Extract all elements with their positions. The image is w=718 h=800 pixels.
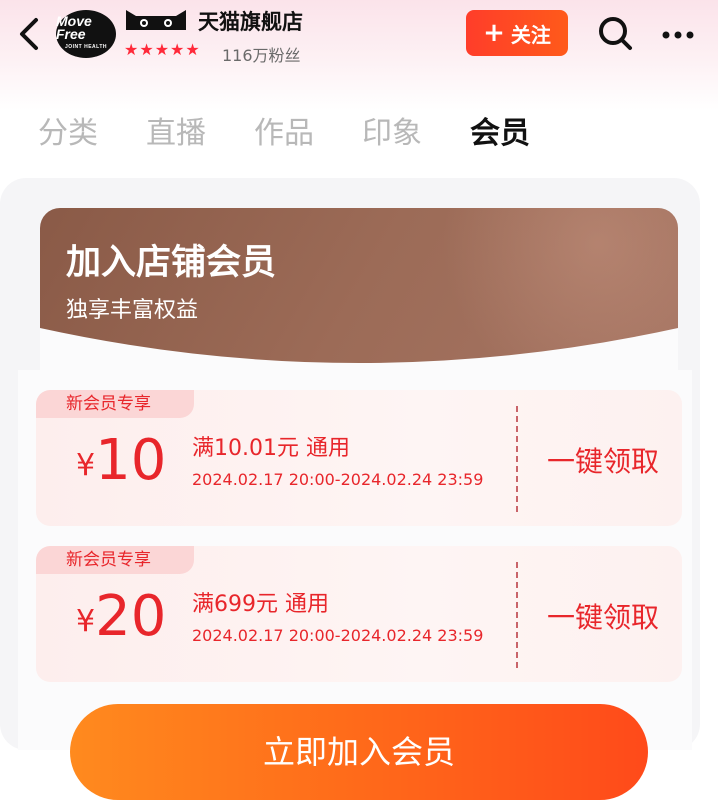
coupon-condition: 满10.01元 通用 xyxy=(192,436,350,461)
logo-subtext: JOINT HEALTH xyxy=(64,43,108,50)
star-icon: ★ xyxy=(139,40,154,59)
coupon-card: 新会员专享 ¥10 满10.01元 通用 2024.02.17 20:00-20… xyxy=(36,390,682,526)
claim-button[interactable]: 一键领取 xyxy=(526,596,680,636)
store-tabs: 分类 直播 作品 印象 会员 xyxy=(38,112,578,156)
claim-button[interactable]: 一键领取 xyxy=(526,440,680,480)
coupon-period: 2024.02.17 20:00-2024.02.24 23:59 xyxy=(192,470,484,489)
plus-icon: + xyxy=(483,18,505,48)
store-type-label: 天猫旗舰店 xyxy=(198,10,303,34)
search-icon[interactable] xyxy=(596,14,636,54)
new-member-tag: 新会员专享 xyxy=(36,546,194,574)
tab-impression[interactable]: 印象 xyxy=(362,112,470,156)
member-banner: 加入店铺会员 独享丰富权益 xyxy=(40,208,678,378)
join-member-button[interactable]: 立即加入会员 xyxy=(70,704,648,800)
follow-button[interactable]: + 关注 xyxy=(466,10,568,56)
store-logo[interactable]: Move Free JOINT HEALTH xyxy=(56,10,116,58)
coupon-amount: ¥10 xyxy=(76,428,166,493)
coupon-period: 2024.02.17 20:00-2024.02.24 23:59 xyxy=(192,626,484,645)
tab-member[interactable]: 会员 xyxy=(470,112,578,156)
banner-wave xyxy=(40,328,678,378)
back-icon[interactable] xyxy=(14,14,46,54)
coupon-divider xyxy=(516,562,518,668)
coupon-value: 20 xyxy=(95,584,167,649)
star-icon: ★ xyxy=(185,40,200,59)
member-title: 加入店铺会员 xyxy=(66,243,277,283)
logo-text: Move Free xyxy=(56,12,92,42)
star-icon: ★ xyxy=(124,40,139,59)
rating-stars: ★ ★ ★ ★ ★ xyxy=(124,40,200,60)
follow-label: 关注 xyxy=(510,22,551,47)
store-header: Move Free JOINT HEALTH 天猫旗舰店 ★ ★ ★ ★ ★ 1… xyxy=(0,0,718,80)
currency-symbol: ¥ xyxy=(76,448,96,483)
tab-works[interactable]: 作品 xyxy=(254,112,362,156)
star-icon: ★ xyxy=(170,40,185,59)
currency-symbol: ¥ xyxy=(76,604,96,639)
tab-live[interactable]: 直播 xyxy=(146,112,254,156)
coupon-card: 新会员专享 ¥20 满699元 通用 2024.02.17 20:00-2024… xyxy=(36,546,682,682)
tmall-cat-icon xyxy=(124,8,188,32)
more-icon[interactable] xyxy=(658,20,698,50)
star-icon: ★ xyxy=(154,40,170,59)
new-member-tag: 新会员专享 xyxy=(36,390,194,418)
fans-count: 116万粉丝 xyxy=(222,46,301,65)
coupon-condition: 满699元 通用 xyxy=(192,592,329,617)
coupon-amount: ¥20 xyxy=(76,584,166,649)
coupon-divider xyxy=(516,406,518,512)
tab-category[interactable]: 分类 xyxy=(38,112,146,156)
coupon-value: 10 xyxy=(95,428,167,493)
